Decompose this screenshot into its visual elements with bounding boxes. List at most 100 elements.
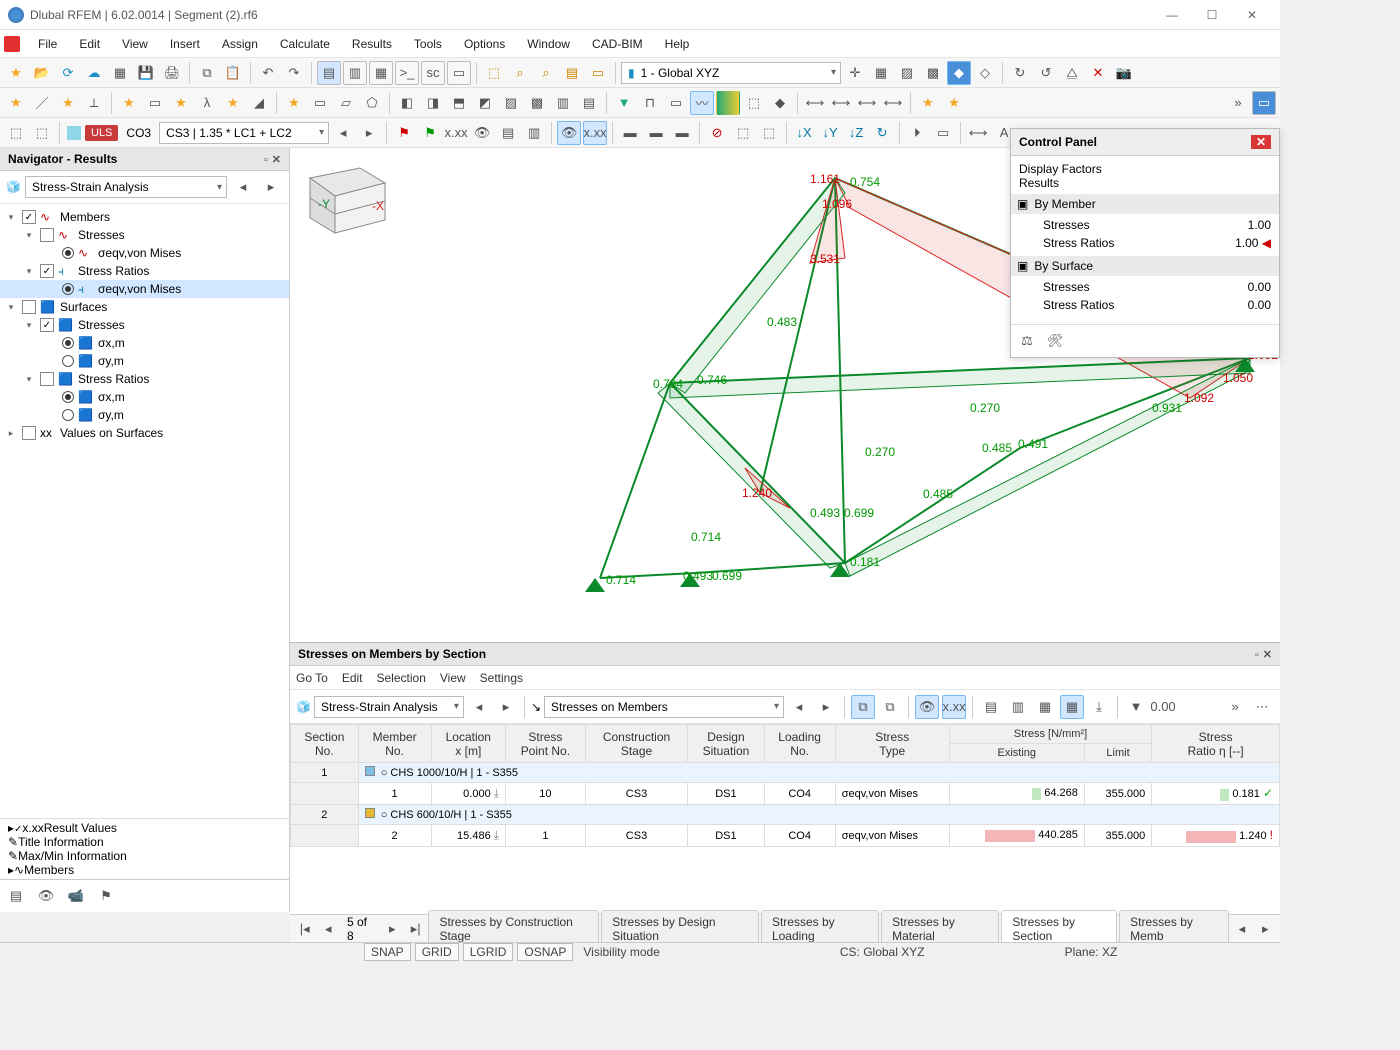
page-next-icon[interactable]: ▸ bbox=[382, 917, 403, 941]
navfoot-eye-icon[interactable]: 👁 bbox=[34, 884, 58, 908]
tmenu-set[interactable]: Settings bbox=[480, 671, 523, 685]
paste-icon[interactable]: 📋 bbox=[221, 61, 245, 85]
tb2-21-icon[interactable]: ▥ bbox=[551, 91, 575, 115]
maximize-button[interactable]: ☐ bbox=[1192, 1, 1232, 29]
dia3-icon[interactable]: ▬ bbox=[670, 121, 694, 145]
tree-members-stresses-sigma[interactable]: ∿σeqv,von Mises bbox=[0, 244, 289, 262]
coord-system-combo[interactable]: ▮1 - Global XYZ bbox=[621, 62, 841, 84]
lc-next-icon[interactable]: ⬚ bbox=[30, 121, 54, 145]
undo-icon[interactable]: ↶ bbox=[256, 61, 280, 85]
lc-prev-icon[interactable]: ⬚ bbox=[4, 121, 28, 145]
control-panel-close-icon[interactable]: ✕ bbox=[1251, 135, 1271, 149]
minimize-button[interactable]: — bbox=[1152, 1, 1192, 29]
results-table[interactable]: SectionNo. MemberNo. Locationx [m] Stres… bbox=[290, 724, 1280, 847]
menu-edit[interactable]: Edit bbox=[69, 33, 110, 55]
tree-surf-stresses[interactable]: ▾🟦Stresses bbox=[0, 316, 289, 334]
tabs-right-icon[interactable]: ▸ bbox=[1255, 917, 1276, 941]
menu-file[interactable]: File bbox=[28, 33, 67, 55]
module-combo[interactable]: Stress-Strain Analysis bbox=[25, 176, 227, 198]
save-icon[interactable]: 💾 bbox=[134, 61, 158, 85]
menu-assign[interactable]: Assign bbox=[212, 33, 268, 55]
cp-wrench-icon[interactable]: 🛠 bbox=[1043, 329, 1067, 353]
cloud-icon[interactable]: ☁ bbox=[82, 61, 106, 85]
delete-icon[interactable]: ✕ bbox=[1086, 61, 1110, 85]
tb2-4-icon[interactable]: ⟂ bbox=[82, 91, 106, 115]
tb2-6-icon[interactable]: ▭ bbox=[143, 91, 167, 115]
page-last-icon[interactable]: ▸| bbox=[405, 917, 426, 941]
dia1-icon[interactable]: ▬ bbox=[618, 121, 642, 145]
print-icon[interactable]: 🖨 bbox=[160, 61, 184, 85]
ruler-icon[interactable]: ⟷ bbox=[966, 121, 990, 145]
redo-icon[interactable]: ↷ bbox=[282, 61, 306, 85]
tb2-20-icon[interactable]: ▩ bbox=[525, 91, 549, 115]
t-eye-icon[interactable]: 👁 bbox=[915, 695, 939, 719]
graph2-icon[interactable]: ▭ bbox=[931, 121, 955, 145]
eye1-icon[interactable]: 👁 bbox=[470, 121, 494, 145]
tb2-3-icon[interactable]: ★ bbox=[56, 91, 80, 115]
arrow-t-icon[interactable]: ↻ bbox=[870, 121, 894, 145]
tb2-19-icon[interactable]: ▨ bbox=[499, 91, 523, 115]
arrow-y-icon[interactable]: ↓Y bbox=[818, 121, 842, 145]
t-link2-icon[interactable]: ⧉ bbox=[878, 695, 902, 719]
view-mode-1-icon[interactable]: ▤ bbox=[317, 61, 341, 85]
tree-surf-ry[interactable]: 🟦σy,m bbox=[0, 406, 289, 424]
dim2-icon[interactable]: ⟷ bbox=[829, 91, 853, 115]
status-snap[interactable]: SNAP bbox=[364, 943, 411, 961]
tmenu-view[interactable]: View bbox=[440, 671, 466, 685]
select-icon[interactable]: ⬚ bbox=[482, 61, 506, 85]
view-mode-3-icon[interactable]: ▦ bbox=[369, 61, 393, 85]
block-icon[interactable]: ▦ bbox=[108, 61, 132, 85]
page-prev-icon[interactable]: ◂ bbox=[317, 917, 338, 941]
tree-surf-sy[interactable]: 🟦σy,m bbox=[0, 352, 289, 370]
orientation-cube[interactable]: -X -Y bbox=[290, 148, 400, 238]
lc-left-icon[interactable]: ◂ bbox=[331, 121, 355, 145]
t-000-icon[interactable]: 0.00 bbox=[1151, 695, 1175, 719]
status-osnap[interactable]: OSNAP bbox=[517, 943, 573, 961]
section-icon[interactable]: ⊓ bbox=[638, 91, 662, 115]
gradient-icon[interactable] bbox=[716, 91, 740, 115]
flag-green-icon[interactable]: ⚑ bbox=[418, 121, 442, 145]
dia2-icon[interactable]: ▬ bbox=[644, 121, 668, 145]
tb2-16-icon[interactable]: ◨ bbox=[421, 91, 445, 115]
navfoot-flag-icon[interactable]: ⚑ bbox=[94, 884, 118, 908]
tb2-7-icon[interactable]: ★ bbox=[169, 91, 193, 115]
nav-maxmin-info[interactable]: ✎Max/Min Information bbox=[0, 849, 289, 863]
t-grid1-icon[interactable]: ▤ bbox=[979, 695, 1003, 719]
tmenu-sel[interactable]: Selection bbox=[377, 671, 426, 685]
dim3-icon[interactable]: ⟷ bbox=[855, 91, 879, 115]
mirror-icon[interactable]: ⧋ bbox=[1060, 61, 1084, 85]
lc-right-icon[interactable]: ▸ bbox=[357, 121, 381, 145]
tmenu-edit[interactable]: Edit bbox=[342, 671, 363, 685]
close-button[interactable]: ✕ bbox=[1232, 1, 1272, 29]
open-icon[interactable]: 📂 bbox=[30, 61, 54, 85]
table-close-icon[interactable]: ✕ bbox=[1263, 649, 1272, 661]
no-cube-icon[interactable]: ⊘ bbox=[705, 121, 729, 145]
view-mode-2-icon[interactable]: ▥ bbox=[343, 61, 367, 85]
misc-1-icon[interactable]: ↻ bbox=[1008, 61, 1032, 85]
t-more-icon[interactable]: ⋯ bbox=[1250, 695, 1274, 719]
navfoot-1-icon[interactable]: ▤ bbox=[4, 884, 28, 908]
zoom-sel-icon[interactable]: ⌕ bbox=[508, 61, 532, 85]
tree-surf-sx[interactable]: 🟦σx,m bbox=[0, 334, 289, 352]
copy-icon[interactable]: ⧉ bbox=[195, 61, 219, 85]
menu-insert[interactable]: Insert bbox=[160, 33, 210, 55]
grid4-icon[interactable]: ◆ bbox=[947, 61, 971, 85]
menu-cadbim[interactable]: CAD-BIM bbox=[582, 33, 653, 55]
tb2-2-icon[interactable]: ／ bbox=[30, 91, 54, 115]
status-lgrid[interactable]: LGRID bbox=[463, 943, 514, 961]
menu-window[interactable]: Window bbox=[517, 33, 580, 55]
grid5-icon[interactable]: ◇ bbox=[973, 61, 997, 85]
table-source-combo[interactable]: Stresses on Members bbox=[544, 696, 784, 718]
tb2-13-icon[interactable]: ▱ bbox=[334, 91, 358, 115]
flag-red-icon[interactable]: ⚑ bbox=[392, 121, 416, 145]
anim-icon[interactable]: ⏵ bbox=[905, 121, 929, 145]
tree-members-stresses[interactable]: ▾∿Stresses bbox=[0, 226, 289, 244]
t-xxx-icon[interactable]: x.xx bbox=[942, 695, 966, 719]
t-grid2-icon[interactable]: ▥ bbox=[1006, 695, 1030, 719]
tree-values[interactable]: ▸xxValues on Surfaces bbox=[0, 424, 289, 442]
tsrc-prev-icon[interactable]: ◂ bbox=[787, 695, 811, 719]
cp-group-surface[interactable]: ▣By Surface bbox=[1011, 256, 1279, 276]
tb2-e1-icon[interactable]: ★ bbox=[916, 91, 940, 115]
menu-calculate[interactable]: Calculate bbox=[270, 33, 340, 55]
cp-balance-icon[interactable]: ⚖ bbox=[1015, 329, 1039, 353]
